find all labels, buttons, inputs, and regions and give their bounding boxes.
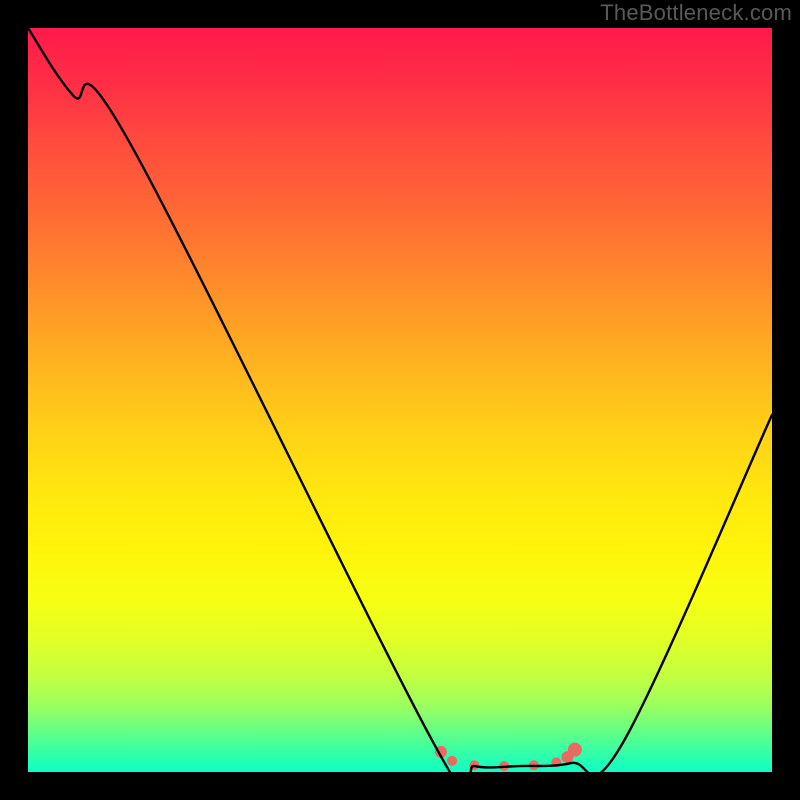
watermark-text: TheBottleneck.com: [600, 0, 792, 26]
highlight-dot: [447, 756, 457, 766]
plot-area: [28, 28, 772, 772]
chart-svg: [28, 28, 772, 772]
highlight-dot: [568, 743, 582, 757]
curve-line: [28, 28, 772, 772]
chart-frame: TheBottleneck.com: [0, 0, 800, 800]
